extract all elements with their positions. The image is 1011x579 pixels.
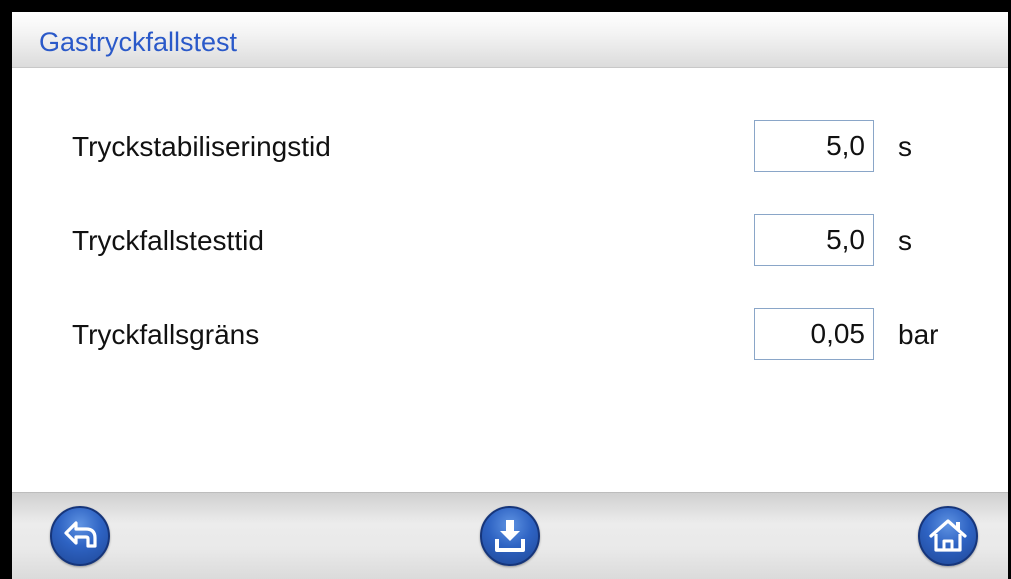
screen: Gastryckfallstest Tryckstabiliseringstid…	[12, 12, 1008, 579]
home-icon	[929, 519, 967, 552]
settings-panel: Tryckstabiliseringstid 5,0 s Tryckfallst…	[12, 68, 1008, 492]
bottom-toolbar	[12, 492, 1008, 579]
setting-label: Tryckfallstesttid	[72, 225, 264, 256]
pressure-drop-limit-field[interactable]: 0,05	[754, 308, 874, 360]
settings-row-stabilization-time: Tryckstabiliseringstid 5,0 s	[12, 120, 1008, 176]
save-button[interactable]	[480, 506, 540, 566]
back-arrow-icon	[64, 521, 97, 548]
test-time-field[interactable]: 5,0	[754, 214, 874, 266]
settings-row-pressure-drop-limit: Tryckfallsgräns 0,05 bar	[12, 308, 1008, 364]
setting-label: Tryckstabiliseringstid	[72, 131, 331, 162]
back-button[interactable]	[50, 506, 110, 566]
setting-unit: bar	[898, 319, 939, 350]
settings-row-test-time: Tryckfallstesttid 5,0 s	[12, 214, 1008, 270]
home-button[interactable]	[918, 506, 978, 566]
setting-label: Tryckfallsgräns	[72, 319, 260, 350]
setting-unit: s	[898, 225, 912, 256]
device-frame: Gastryckfallstest Tryckstabiliseringstid…	[0, 0, 1011, 579]
page-title: Gastryckfallstest	[39, 27, 238, 57]
stabilization-time-field[interactable]: 5,0	[754, 120, 874, 172]
title-bar: Gastryckfallstest	[12, 12, 1008, 68]
download-save-icon	[495, 520, 525, 552]
setting-unit: s	[898, 131, 912, 162]
